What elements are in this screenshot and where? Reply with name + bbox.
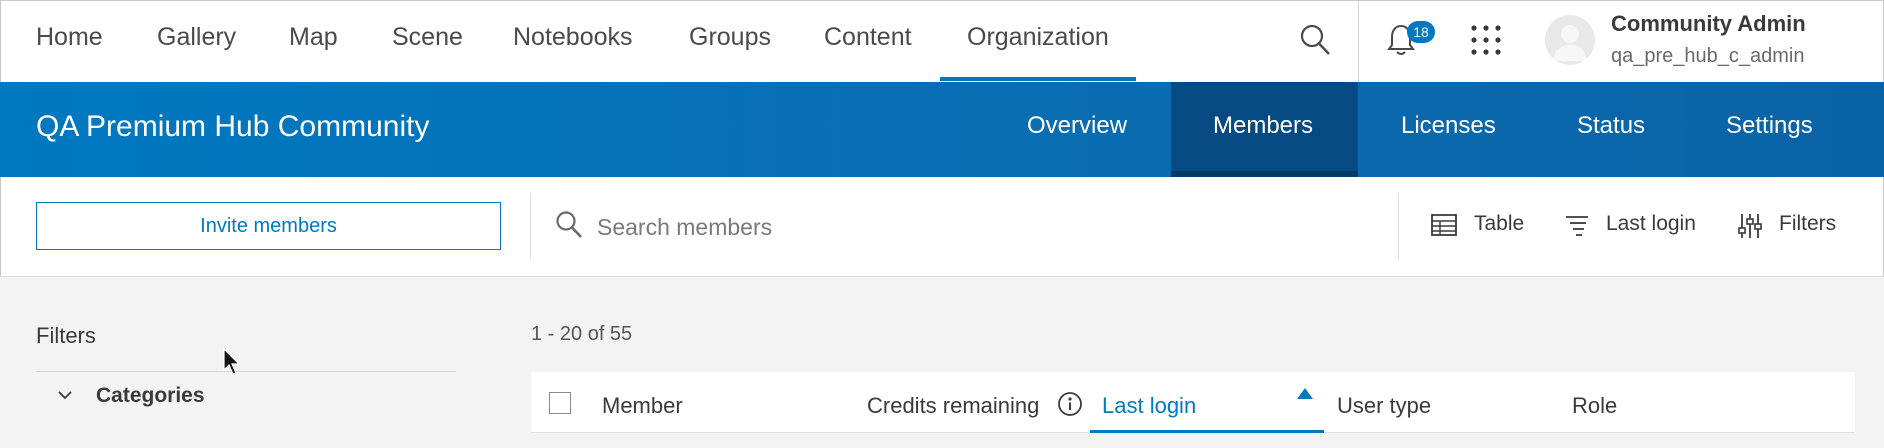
result-count: 1 - 20 of 55 <box>531 323 633 345</box>
nav-gallery[interactable]: Gallery <box>157 23 236 52</box>
nav-home[interactable]: Home <box>36 23 103 52</box>
nav-content[interactable]: Content <box>824 23 912 52</box>
categories-toggle[interactable]: Categories <box>96 384 205 408</box>
top-navigation: Home Gallery Map Scene Notebooks Groups … <box>0 0 1884 83</box>
search-members-icon <box>555 210 583 245</box>
tab-overview[interactable]: Overview <box>1027 112 1127 140</box>
search-icon[interactable] <box>1299 23 1331 62</box>
search-members-input[interactable] <box>597 202 1377 252</box>
info-icon[interactable] <box>1057 391 1083 422</box>
select-all-checkbox[interactable] <box>549 392 571 414</box>
notification-badge: 18 <box>1407 21 1435 43</box>
table-view-icon <box>1431 213 1457 242</box>
sort-last-login-button[interactable]: Last login <box>1606 212 1696 236</box>
column-user-type[interactable]: User type <box>1337 393 1431 419</box>
user-username[interactable]: qa_pre_hub_c_admin <box>1611 45 1805 68</box>
toolbar-divider <box>1398 193 1399 259</box>
tab-status[interactable]: Status <box>1577 112 1645 140</box>
nav-notebooks[interactable]: Notebooks <box>513 23 633 52</box>
column-role[interactable]: Role <box>1572 393 1617 419</box>
nav-map[interactable]: Map <box>289 23 338 52</box>
column-member[interactable]: Member <box>602 393 683 419</box>
sorted-column-indicator <box>1090 430 1324 433</box>
sort-ascending-icon[interactable] <box>1297 388 1313 399</box>
user-display-name[interactable]: Community Admin <box>1611 11 1806 37</box>
community-title: QA Premium Hub Community <box>36 110 430 143</box>
nav-organization[interactable]: Organization <box>967 23 1109 52</box>
tab-members[interactable]: Members <box>1213 112 1313 140</box>
filters-heading: Filters <box>36 323 96 348</box>
filters-button[interactable]: Filters <box>1779 212 1836 236</box>
members-toolbar: Invite members Table Last login Filters <box>0 177 1884 277</box>
avatar[interactable] <box>1545 15 1595 65</box>
filters-divider <box>36 371 456 372</box>
community-header: QA Premium Hub Community Overview Member… <box>0 82 1884 177</box>
nav-active-indicator <box>940 77 1136 81</box>
chevron-down-icon[interactable] <box>56 388 74 406</box>
filters-icon <box>1738 213 1762 244</box>
column-credits-remaining[interactable]: Credits remaining <box>867 393 1039 419</box>
view-table-button[interactable]: Table <box>1474 212 1524 236</box>
app-launcher-icon[interactable] <box>1471 25 1501 60</box>
mouse-cursor-icon <box>223 347 243 381</box>
nav-groups[interactable]: Groups <box>689 23 771 52</box>
invite-members-button[interactable]: Invite members <box>36 202 501 250</box>
nav-divider <box>1358 1 1359 83</box>
sort-icon <box>1565 213 1589 242</box>
tab-settings[interactable]: Settings <box>1726 112 1813 140</box>
toolbar-divider <box>530 193 531 259</box>
column-last-login[interactable]: Last login <box>1102 393 1196 419</box>
nav-scene[interactable]: Scene <box>392 23 463 52</box>
tab-licenses[interactable]: Licenses <box>1401 112 1496 140</box>
